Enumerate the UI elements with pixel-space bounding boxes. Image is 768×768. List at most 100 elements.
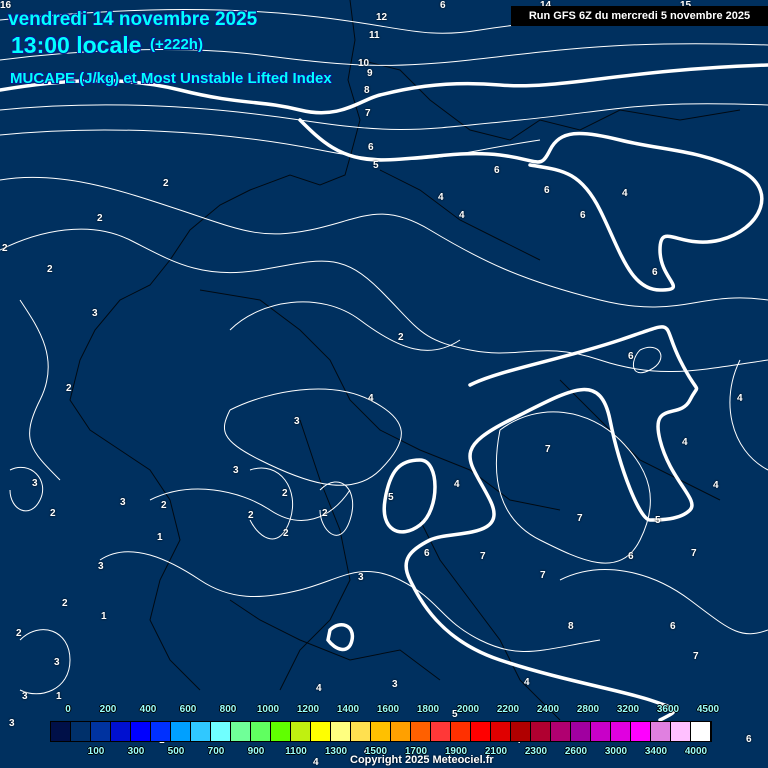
colorbar-swatch bbox=[571, 722, 591, 741]
colorbar-top-label: 200 bbox=[99, 704, 117, 715]
colorbar-swatch bbox=[671, 722, 691, 741]
contour-label: 2 bbox=[47, 264, 53, 275]
colorbar-swatch bbox=[691, 722, 711, 741]
colorbar-top-label: 400 bbox=[139, 704, 157, 715]
copyright: Copyright 2025 Meteociel.fr bbox=[350, 754, 494, 766]
colorbar-swatch bbox=[271, 722, 291, 741]
colorbar-swatch bbox=[631, 722, 651, 741]
colorbar-swatch bbox=[311, 722, 331, 741]
contour-label: 6 bbox=[368, 142, 374, 153]
contour-label: 2 bbox=[66, 383, 72, 394]
colorbar-swatch bbox=[171, 722, 191, 741]
contour-label: 2 bbox=[248, 510, 254, 521]
colorbar-top-label: 4500 bbox=[696, 704, 720, 715]
colorbar-swatch bbox=[591, 722, 611, 741]
colorbar-bottom-label: 4000 bbox=[684, 746, 708, 757]
contour-label: 4 bbox=[737, 393, 743, 404]
colorbar-swatch bbox=[471, 722, 491, 741]
colorbar-swatch bbox=[331, 722, 351, 741]
contour-label: 6 bbox=[544, 185, 550, 196]
colorbar-swatch bbox=[251, 722, 271, 741]
contour-label: 2 bbox=[2, 243, 8, 254]
colorbar-bottom-label: 3400 bbox=[644, 746, 668, 757]
colorbar-swatch bbox=[191, 722, 211, 741]
contour-label: 6 bbox=[652, 267, 658, 278]
colorbar-swatch bbox=[51, 722, 71, 741]
contour-label: 7 bbox=[365, 108, 371, 119]
colorbar-bottom-label: 3000 bbox=[604, 746, 628, 757]
contour-label: 4 bbox=[454, 479, 460, 490]
colorbar-swatch bbox=[371, 722, 391, 741]
colorbar-top-label: 3600 bbox=[656, 704, 680, 715]
colorbar-swatch bbox=[291, 722, 311, 741]
contour-label: 2 bbox=[322, 508, 328, 519]
contour-label: 2 bbox=[161, 500, 167, 511]
contour-label: 4 bbox=[438, 192, 444, 203]
contour-label: 4 bbox=[368, 393, 374, 404]
colorbar-swatch bbox=[491, 722, 511, 741]
contour-label: 5 bbox=[373, 160, 379, 171]
colorbar-top-label: 1800 bbox=[416, 704, 440, 715]
contour-label: 9 bbox=[367, 68, 373, 79]
contour-label: 7 bbox=[540, 570, 546, 581]
contour-label: 4 bbox=[713, 480, 719, 491]
contour-label: 4 bbox=[316, 683, 322, 694]
forecast-hour: 13:00 locale bbox=[11, 32, 142, 58]
contour-label: 8 bbox=[364, 85, 370, 96]
contour-label: 4 bbox=[459, 210, 465, 221]
contour-label: 3 bbox=[92, 308, 98, 319]
contour-label: 2 bbox=[50, 508, 56, 519]
contour-label: 3 bbox=[358, 572, 364, 583]
coastlines-borders bbox=[69, 0, 741, 721]
colorbar-swatch bbox=[651, 722, 671, 741]
colorbar-swatch bbox=[151, 722, 171, 741]
contour-label: 5 bbox=[655, 515, 661, 526]
colorbar-top-label: 2200 bbox=[496, 704, 520, 715]
colorbar-bottom-label: 300 bbox=[127, 746, 145, 757]
colorbar-bottom-label: 900 bbox=[247, 746, 265, 757]
contour-label: 2 bbox=[398, 332, 404, 343]
contour-label: 6 bbox=[580, 210, 586, 221]
contour-label: 3 bbox=[9, 718, 15, 729]
colorbar-swatch bbox=[511, 722, 531, 741]
colorbar-swatch bbox=[231, 722, 251, 741]
contour-label: 1 bbox=[157, 532, 163, 543]
contour-label: 3 bbox=[392, 679, 398, 690]
colorbar-bottom-label: 700 bbox=[207, 746, 225, 757]
contour-label: 5 bbox=[388, 492, 394, 503]
colorbar-swatch bbox=[111, 722, 131, 741]
contour-label: 6 bbox=[494, 165, 500, 176]
map-title: MUCAPE (J/kg) et Most Unstable Lifted In… bbox=[10, 70, 332, 87]
colorbar-swatch bbox=[71, 722, 91, 741]
contour-label: 4 bbox=[313, 757, 319, 768]
contour-label: 2 bbox=[62, 598, 68, 609]
contour-label: 6 bbox=[670, 621, 676, 632]
contour-label: 2 bbox=[16, 628, 22, 639]
colorbar-top-label: 2400 bbox=[536, 704, 560, 715]
contour-label: 4 bbox=[682, 437, 688, 448]
colorbar-bottom-label: 500 bbox=[167, 746, 185, 757]
colorbar-bottom-label: 100 bbox=[87, 746, 105, 757]
contour-label: 2 bbox=[282, 488, 288, 499]
colorbar-top-label: 600 bbox=[179, 704, 197, 715]
contour-label: 7 bbox=[545, 444, 551, 455]
contour-label: 3 bbox=[22, 691, 28, 702]
colorbar-swatch bbox=[351, 722, 371, 741]
contour-label: 8 bbox=[568, 621, 574, 632]
contour-label: 12 bbox=[376, 12, 388, 23]
contour-label: 6 bbox=[628, 551, 634, 562]
colorbar bbox=[50, 721, 712, 742]
contour-label: 2 bbox=[163, 178, 169, 189]
bold-contours-5 bbox=[0, 63, 768, 722]
contour-label: 6 bbox=[746, 734, 752, 745]
contour-label: 4 bbox=[524, 677, 530, 688]
forecast-date: vendredi 14 novembre 2025 bbox=[8, 9, 258, 30]
contour-label: 7 bbox=[577, 513, 583, 524]
contour-label: 3 bbox=[32, 478, 38, 489]
colorbar-top-label: 2000 bbox=[456, 704, 480, 715]
colorbar-bottom-label: 1300 bbox=[324, 746, 348, 757]
contour-label: 3 bbox=[120, 497, 126, 508]
model-run-banner: Run GFS 6Z du mercredi 5 novembre 2025 bbox=[511, 6, 768, 26]
colorbar-top-label: 800 bbox=[219, 704, 237, 715]
colorbar-top-label: 1200 bbox=[296, 704, 320, 715]
